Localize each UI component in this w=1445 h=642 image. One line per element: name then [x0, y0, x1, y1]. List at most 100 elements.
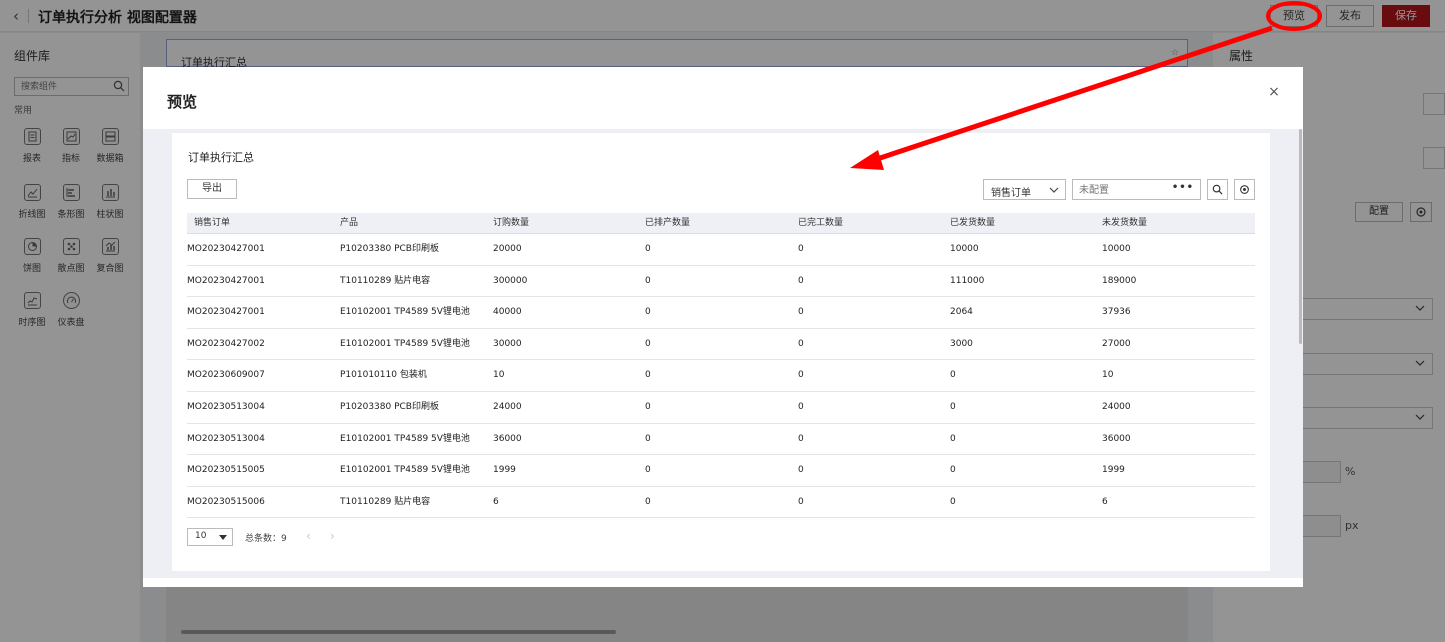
- table-cell: 40000: [493, 307, 522, 318]
- search-button[interactable]: [1207, 179, 1228, 200]
- table-cell: 10000: [1102, 244, 1131, 254]
- more-icon[interactable]: •••: [1172, 182, 1194, 193]
- preview-modal: 预览 × 订单执行汇总 导出 销售订单 ••• 销售订单 产品 订购数量 已排产…: [143, 67, 1303, 587]
- table-cell: 0: [950, 433, 956, 444]
- table-cell: 0: [798, 244, 804, 254]
- table-cell: E10102001 TP4589 5V锂电池: [340, 465, 470, 476]
- column-header[interactable]: 已发货数量: [950, 213, 995, 234]
- table-cell: MO20230513004: [187, 433, 265, 444]
- table-cell: 0: [950, 465, 956, 476]
- column-header[interactable]: 产品: [340, 213, 358, 234]
- table-cell: 1999: [493, 465, 516, 476]
- table-row[interactable]: MO20230427001 T10110289 贴片电容 300000 0 0 11100…: [187, 266, 1255, 298]
- table-cell: 10: [1102, 370, 1114, 381]
- page-size-select[interactable]: 10: [187, 528, 233, 546]
- prev-page-button[interactable]: ‹: [306, 529, 311, 543]
- search-icon: [1212, 184, 1223, 195]
- table-cell: P10203380 PCB印刷板: [340, 244, 439, 254]
- total-count: 总条数：9: [245, 534, 287, 544]
- table-cell: 6: [493, 496, 499, 507]
- table-header: 销售订单 产品 订购数量 已排产数量 已完工数量 已发货数量 未发货数量: [187, 213, 1255, 234]
- table-cell: MO20230427001: [187, 244, 265, 254]
- table-cell: 2064: [950, 307, 973, 318]
- table-cell: 0: [798, 401, 804, 412]
- table-row[interactable]: MO20230427001 E10102001 TP4589 5V锂电池 40000…: [187, 297, 1255, 329]
- table-cell: 0: [645, 307, 651, 318]
- table-cell: 189000: [1102, 275, 1137, 286]
- table-cell: E10102001 TP4589 5V锂电池: [340, 433, 470, 444]
- modal-header: 预览 ×: [143, 67, 1303, 129]
- preview-card-title: 订单执行汇总: [188, 151, 254, 164]
- table-row[interactable]: MO20230609007 P101010110 包装机 10 0 0 0 10: [187, 360, 1255, 392]
- table-body: MO20230427001 P10203380 PCB印刷板 20000 0 0 1000…: [187, 234, 1255, 519]
- table-cell: 24000: [1102, 401, 1131, 412]
- table-cell: 37936: [1102, 307, 1131, 318]
- table-cell: 0: [798, 338, 804, 349]
- table-row[interactable]: MO20230427002 E10102001 TP4589 5V锂电池 30000…: [187, 329, 1255, 361]
- filter-select-value: 销售订单: [991, 188, 1031, 199]
- table-cell: 0: [950, 401, 956, 412]
- table-row[interactable]: MO20230427001 P10203380 PCB印刷板 20000 0 0 1000…: [187, 234, 1255, 266]
- table-cell: 0: [798, 370, 804, 381]
- column-header[interactable]: 已完工数量: [798, 213, 843, 234]
- table-row[interactable]: MO20230515006 T10110289 贴片电容 6 0 0 0 6: [187, 487, 1255, 519]
- table-cell: 10: [493, 370, 505, 381]
- data-table: 销售订单 产品 订购数量 已排产数量 已完工数量 已发货数量 未发货数量 MO2…: [187, 213, 1255, 519]
- table-cell: E10102001 TP4589 5V锂电池: [340, 307, 470, 318]
- next-page-button[interactable]: ›: [330, 529, 335, 543]
- table-cell: T10110289 贴片电容: [340, 496, 431, 507]
- table-cell: 300000: [493, 275, 528, 286]
- table-cell: 3000: [950, 338, 973, 349]
- table-cell: 0: [798, 275, 804, 286]
- table-cell: MO20230427001: [187, 275, 265, 286]
- table-cell: 6: [1102, 496, 1108, 507]
- table-cell: MO20230427001: [187, 307, 265, 318]
- table-cell: MO20230515005: [187, 465, 265, 476]
- table-cell: 1999: [1102, 465, 1125, 476]
- preview-card: 订单执行汇总 导出 销售订单 ••• 销售订单 产品 订购数量 已排产数量 已完…: [172, 133, 1270, 571]
- table-row[interactable]: MO20230515005 E10102001 TP4589 5V锂电池 1999 0…: [187, 455, 1255, 487]
- table-cell: 0: [645, 338, 651, 349]
- config-input[interactable]: [1079, 183, 1175, 197]
- export-button[interactable]: 导出: [187, 179, 237, 199]
- column-header[interactable]: 未发货数量: [1102, 213, 1147, 234]
- page-size-value: 10: [195, 531, 207, 541]
- table-cell: 36000: [1102, 433, 1131, 444]
- table-row[interactable]: MO20230513004 P10203380 PCB印刷板 24000 0 0 0 240…: [187, 392, 1255, 424]
- table-cell: 0: [798, 465, 804, 476]
- gear-icon: [1240, 185, 1249, 194]
- table-cell: 0: [645, 496, 651, 507]
- table-cell: 0: [645, 433, 651, 444]
- table-cell: 0: [645, 370, 651, 381]
- table-cell: 20000: [493, 244, 522, 254]
- table-cell: 0: [950, 370, 956, 381]
- filter-select[interactable]: 销售订单: [983, 179, 1066, 200]
- modal-vertical-scrollbar[interactable]: [1299, 129, 1302, 344]
- chevron-down-icon: [1049, 187, 1059, 193]
- table-cell: T10110289 贴片电容: [340, 275, 431, 286]
- config-field[interactable]: •••: [1072, 179, 1201, 200]
- settings-button[interactable]: [1234, 179, 1255, 200]
- caret-down-icon: [219, 535, 227, 540]
- table-cell: E10102001 TP4589 5V锂电池: [340, 338, 470, 349]
- modal-title: 预览: [167, 93, 198, 111]
- table-cell: 0: [798, 433, 804, 444]
- table-cell: 30000: [493, 338, 522, 349]
- close-icon[interactable]: ×: [1267, 85, 1281, 99]
- table-cell: MO20230609007: [187, 370, 265, 381]
- table-cell: 0: [798, 307, 804, 318]
- column-header[interactable]: 已排产数量: [645, 213, 690, 234]
- table-cell: 0: [645, 465, 651, 476]
- table-cell: 0: [950, 496, 956, 507]
- table-cell: 0: [798, 496, 804, 507]
- table-cell: 0: [645, 401, 651, 412]
- column-header[interactable]: 销售订单: [194, 213, 230, 234]
- table-cell: 36000: [493, 433, 522, 444]
- table-row[interactable]: MO20230513004 E10102001 TP4589 5V锂电池 36000…: [187, 424, 1255, 456]
- table-cell: 27000: [1102, 338, 1131, 349]
- column-header[interactable]: 订购数量: [493, 213, 529, 234]
- table-cell: MO20230513004: [187, 401, 265, 412]
- table-cell: 0: [645, 275, 651, 286]
- table-cell: 24000: [493, 401, 522, 412]
- table-cell: 0: [645, 244, 651, 254]
